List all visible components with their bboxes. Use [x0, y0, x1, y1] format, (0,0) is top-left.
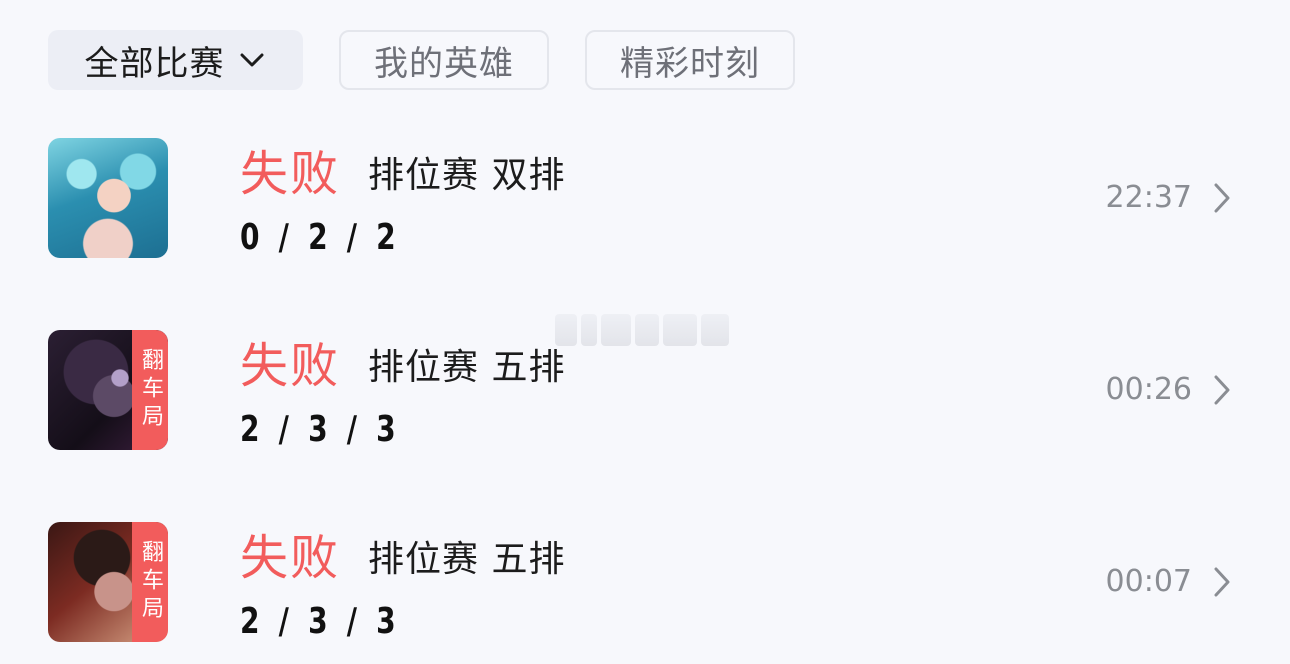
filter-bar: 全部比赛 我的英雄 精彩时刻: [48, 30, 795, 90]
match-row[interactable]: 失败 排位赛 双排 0 / 2 / 2 22:37: [48, 138, 1242, 258]
match-kda: 2 / 3 / 3: [240, 409, 401, 450]
match-result: 失败: [240, 530, 341, 586]
my-heroes-tab[interactable]: 我的英雄: [339, 30, 549, 90]
hero-avatar: [48, 138, 168, 258]
all-matches-dropdown[interactable]: 全部比赛: [48, 30, 303, 90]
match-row[interactable]: 翻车局 失败 排位赛 五排 2 / 3 / 3 00:07: [48, 522, 1242, 642]
blurred-watermark: [555, 314, 735, 352]
match-result: 失败: [240, 146, 341, 202]
chevron-right-icon: [1214, 567, 1230, 597]
match-mode: 排位赛 五排: [368, 347, 566, 388]
match-time: 00:26: [1105, 372, 1192, 407]
my-heroes-label: 我的英雄: [374, 43, 514, 84]
hero-avatar: 翻车局: [48, 522, 168, 642]
match-mode: 排位赛 双排: [368, 155, 566, 196]
all-matches-label: 全部比赛: [84, 43, 225, 84]
match-result: 失败: [240, 338, 341, 394]
hero-avatar: 翻车局: [48, 330, 168, 450]
match-time: 00:07: [1105, 564, 1192, 599]
highlights-tab[interactable]: 精彩时刻: [585, 30, 795, 90]
chevron-right-icon: [1214, 375, 1230, 405]
blunder-tag-text: 翻车局: [138, 348, 163, 432]
blunder-match-tag: 翻车局: [132, 330, 168, 450]
match-mode: 排位赛 五排: [368, 539, 566, 580]
match-kda: 0 / 2 / 2: [240, 217, 401, 258]
blunder-match-tag: 翻车局: [132, 522, 168, 642]
match-kda: 2 / 3 / 3: [240, 601, 401, 642]
chevron-right-icon: [1214, 183, 1230, 213]
highlights-label: 精彩时刻: [620, 43, 760, 84]
chevron-down-icon: [240, 53, 263, 67]
match-time: 22:37: [1105, 180, 1192, 215]
blunder-tag-text: 翻车局: [138, 540, 163, 624]
